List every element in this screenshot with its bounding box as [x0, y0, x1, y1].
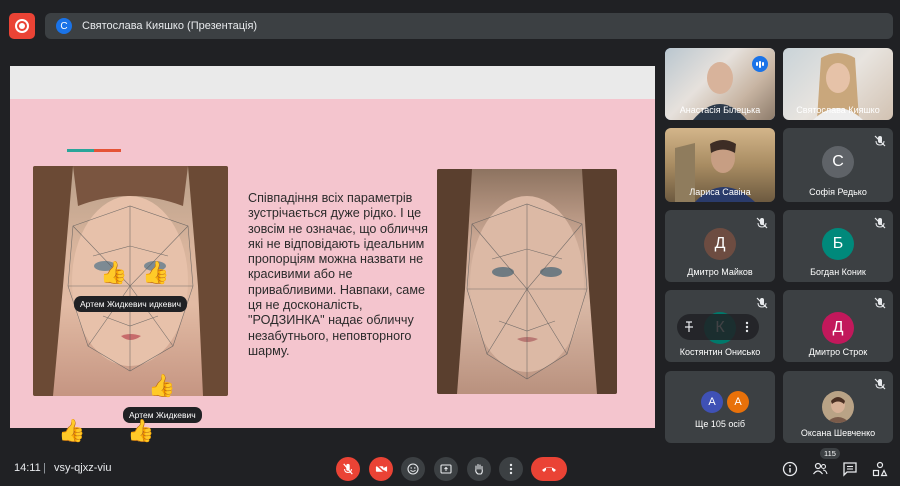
- present-icon: [440, 464, 452, 474]
- participant-tile[interactable]: Б Богдан Коник: [783, 210, 893, 282]
- participant-avatar: Д: [704, 228, 736, 260]
- info-icon[interactable]: [782, 461, 798, 477]
- participant-name: Богдан Коник: [810, 267, 866, 277]
- participant-name: Дмитро Строк: [808, 347, 868, 357]
- slide-accent-teal: [67, 149, 94, 152]
- meeting-code: vsy-qjxz-viu: [54, 462, 112, 474]
- presentation-banner[interactable]: С Святослава Кияшко (Презентація): [45, 13, 893, 39]
- record-icon[interactable]: [9, 13, 35, 39]
- participant-count-badge: 115: [820, 448, 840, 459]
- more-participants-avatars: А А: [701, 391, 749, 413]
- thumbs-up-reaction: 👍: [148, 373, 176, 398]
- participant-tile[interactable]: С Софія Редько: [783, 128, 893, 202]
- presentation-title: Святослава Кияшко (Презентація): [82, 20, 258, 32]
- leave-call-button[interactable]: [531, 457, 567, 481]
- participant-tile[interactable]: К Костянтин Онисько: [665, 290, 775, 362]
- participant-avatar: Д: [822, 312, 854, 344]
- separator: |: [43, 462, 46, 474]
- more-options-button[interactable]: [499, 457, 523, 481]
- reaction-name-chip: Артем Жидкевич идкевич: [74, 296, 188, 312]
- participant-avatar: А: [701, 391, 723, 413]
- mic-off-icon: [874, 297, 886, 309]
- thumbs-up-reaction: 👍: [127, 418, 155, 443]
- presenter-avatar: С: [56, 18, 72, 34]
- mic-off-icon: [756, 297, 768, 309]
- hand-icon: [475, 463, 483, 475]
- participant-avatar: А: [727, 391, 749, 413]
- thumbs-up-reaction: 👍: [142, 260, 170, 285]
- meeting-time: 14:11: [14, 462, 41, 474]
- participant-name: Анастасія Білецька: [679, 105, 761, 115]
- raise-hand-button[interactable]: [467, 457, 491, 481]
- present-screen-button[interactable]: [434, 457, 458, 481]
- face-image-right: [437, 169, 617, 394]
- mic-off-icon: [756, 217, 768, 229]
- mic-off-icon: [343, 463, 353, 475]
- participant-tile[interactable]: Оксана Шевченко: [783, 371, 893, 443]
- bottom-bar: 14:11 | vsy-qjxz-viu: [0, 452, 900, 486]
- tile-hover-controls: [677, 314, 759, 340]
- mic-off-icon: [874, 217, 886, 229]
- more-vert-icon: [509, 463, 513, 475]
- people-icon[interactable]: [812, 461, 828, 477]
- reactions-button[interactable]: [401, 457, 425, 481]
- participant-tile[interactable]: Анастасія Білецька: [665, 48, 775, 120]
- participant-avatar: Б: [822, 228, 854, 260]
- slide-accent-red: [94, 149, 121, 152]
- participant-tile[interactable]: Лариса Савіна: [665, 128, 775, 202]
- more-participants-label: Ще 105 осіб: [694, 419, 746, 429]
- more-options-icon[interactable]: [741, 321, 753, 333]
- participant-name: Лариса Савіна: [689, 187, 751, 197]
- presentation-slide: Співпадіння всіх параметрів зустрічаєтьс…: [10, 66, 655, 428]
- emoji-icon: [407, 463, 419, 475]
- mic-toggle-button[interactable]: [336, 457, 360, 481]
- camera-off-icon: [374, 463, 387, 475]
- face-image-left: [33, 166, 228, 396]
- participant-tile[interactable]: Д Дмитро Майков: [665, 210, 775, 282]
- participant-tile[interactable]: Д Дмитро Строк: [783, 290, 893, 362]
- thumbs-up-reaction: 👍: [100, 260, 128, 285]
- participant-name: Оксана Шевченко: [800, 428, 876, 438]
- slide-body-text: Співпадіння всіх параметрів зустрічаєтьс…: [248, 191, 428, 358]
- slide-top-band: [10, 66, 655, 99]
- camera-toggle-button[interactable]: [369, 457, 393, 481]
- more-participants-tile[interactable]: А А Ще 105 осіб: [665, 371, 775, 443]
- participant-tile[interactable]: Святослава Кияшко: [783, 48, 893, 120]
- speaking-indicator-icon: [752, 56, 768, 72]
- hang-up-icon: [542, 467, 556, 472]
- participant-name: Дмитро Майков: [687, 267, 753, 277]
- participant-name: Святослава Кияшко: [796, 105, 880, 115]
- activities-icon[interactable]: [872, 461, 888, 477]
- mic-off-icon: [874, 135, 886, 147]
- chat-icon[interactable]: [842, 461, 858, 477]
- participant-avatar: [822, 391, 854, 423]
- top-bar: С Святослава Кияшко (Презентація): [0, 0, 900, 50]
- mic-off-icon: [874, 378, 886, 390]
- thumbs-up-reaction: 👍: [58, 418, 86, 443]
- pin-icon[interactable]: [683, 321, 695, 333]
- participant-name: Софія Редько: [809, 187, 867, 197]
- participant-name: Костянтин Онисько: [679, 347, 761, 357]
- participant-avatar: С: [822, 146, 854, 178]
